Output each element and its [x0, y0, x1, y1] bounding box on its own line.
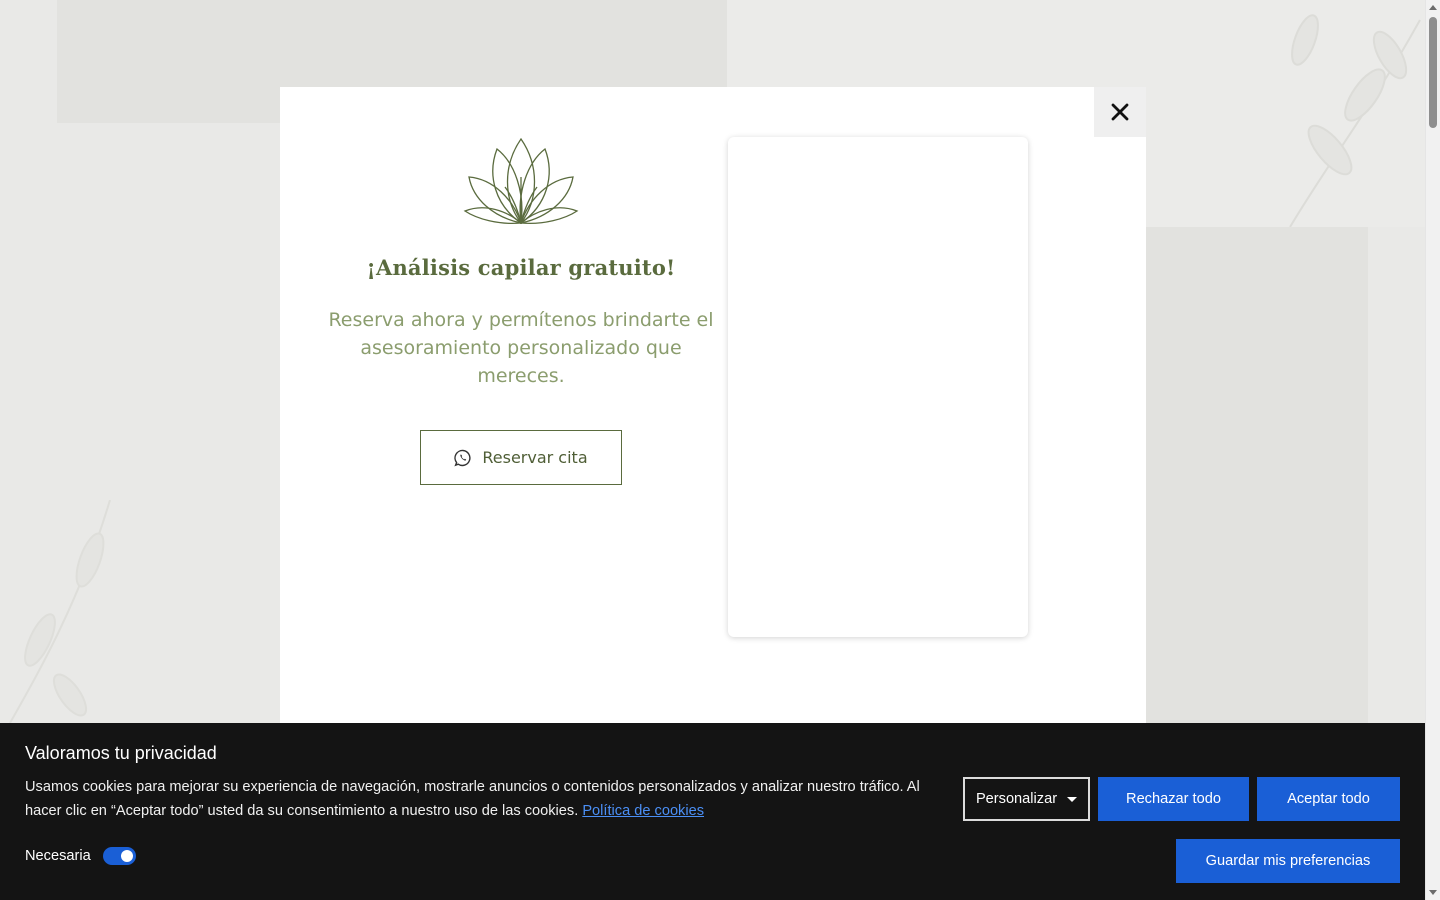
- necessary-cookies-row: Necesaria: [25, 847, 136, 865]
- cookie-policy-link[interactable]: Política de cookies: [582, 803, 704, 819]
- promo-title: ¡Análisis capilar gratuito!: [366, 255, 676, 280]
- background-panel: [1146, 227, 1368, 727]
- promo-content: ¡Análisis capilar gratuito! Reserva ahor…: [320, 137, 722, 485]
- lotus-icon: [463, 137, 579, 225]
- necessary-label: Necesaria: [25, 848, 91, 864]
- cookie-description-text: Usamos cookies para mejorar su experienc…: [25, 779, 920, 819]
- reject-all-button[interactable]: Rechazar todo: [1098, 777, 1249, 821]
- cookie-banner-title: Valoramos tu privacidad: [25, 743, 217, 763]
- promo-modal: ¡Análisis capilar gratuito! Reserva ahor…: [280, 87, 1146, 737]
- scroll-down-arrow[interactable]: [1429, 890, 1437, 895]
- whatsapp-icon: [454, 449, 471, 466]
- scrollbar[interactable]: [1425, 0, 1440, 900]
- promo-description: Reserva ahora y permítenos brindarte el …: [328, 309, 714, 387]
- leaf-decoration: [1289, 14, 1421, 227]
- toggle-knob: [120, 850, 133, 862]
- necessary-toggle[interactable]: [102, 847, 136, 865]
- leaf-decoration: [9, 500, 111, 723]
- accept-all-button[interactable]: Aceptar todo: [1257, 777, 1400, 821]
- close-button[interactable]: [1094, 87, 1146, 137]
- close-icon: [1111, 103, 1129, 121]
- customize-button[interactable]: Personalizar: [963, 777, 1090, 821]
- reserve-button-label: Reservar cita: [482, 448, 588, 467]
- save-preferences-button[interactable]: Guardar mis preferencias: [1176, 839, 1400, 883]
- scrollbar-thumb[interactable]: [1429, 17, 1437, 128]
- caret-down-icon: [1067, 796, 1078, 802]
- cookie-banner: Valoramos tu privacidad Usamos cookies p…: [0, 723, 1425, 900]
- booking-form-card: [728, 137, 1028, 637]
- cookie-banner-description: Usamos cookies para mejorar su experienc…: [25, 775, 935, 823]
- customize-button-label: Personalizar: [975, 791, 1058, 807]
- reserve-button[interactable]: Reservar cita: [420, 430, 622, 485]
- scroll-up-arrow[interactable]: [1429, 5, 1437, 10]
